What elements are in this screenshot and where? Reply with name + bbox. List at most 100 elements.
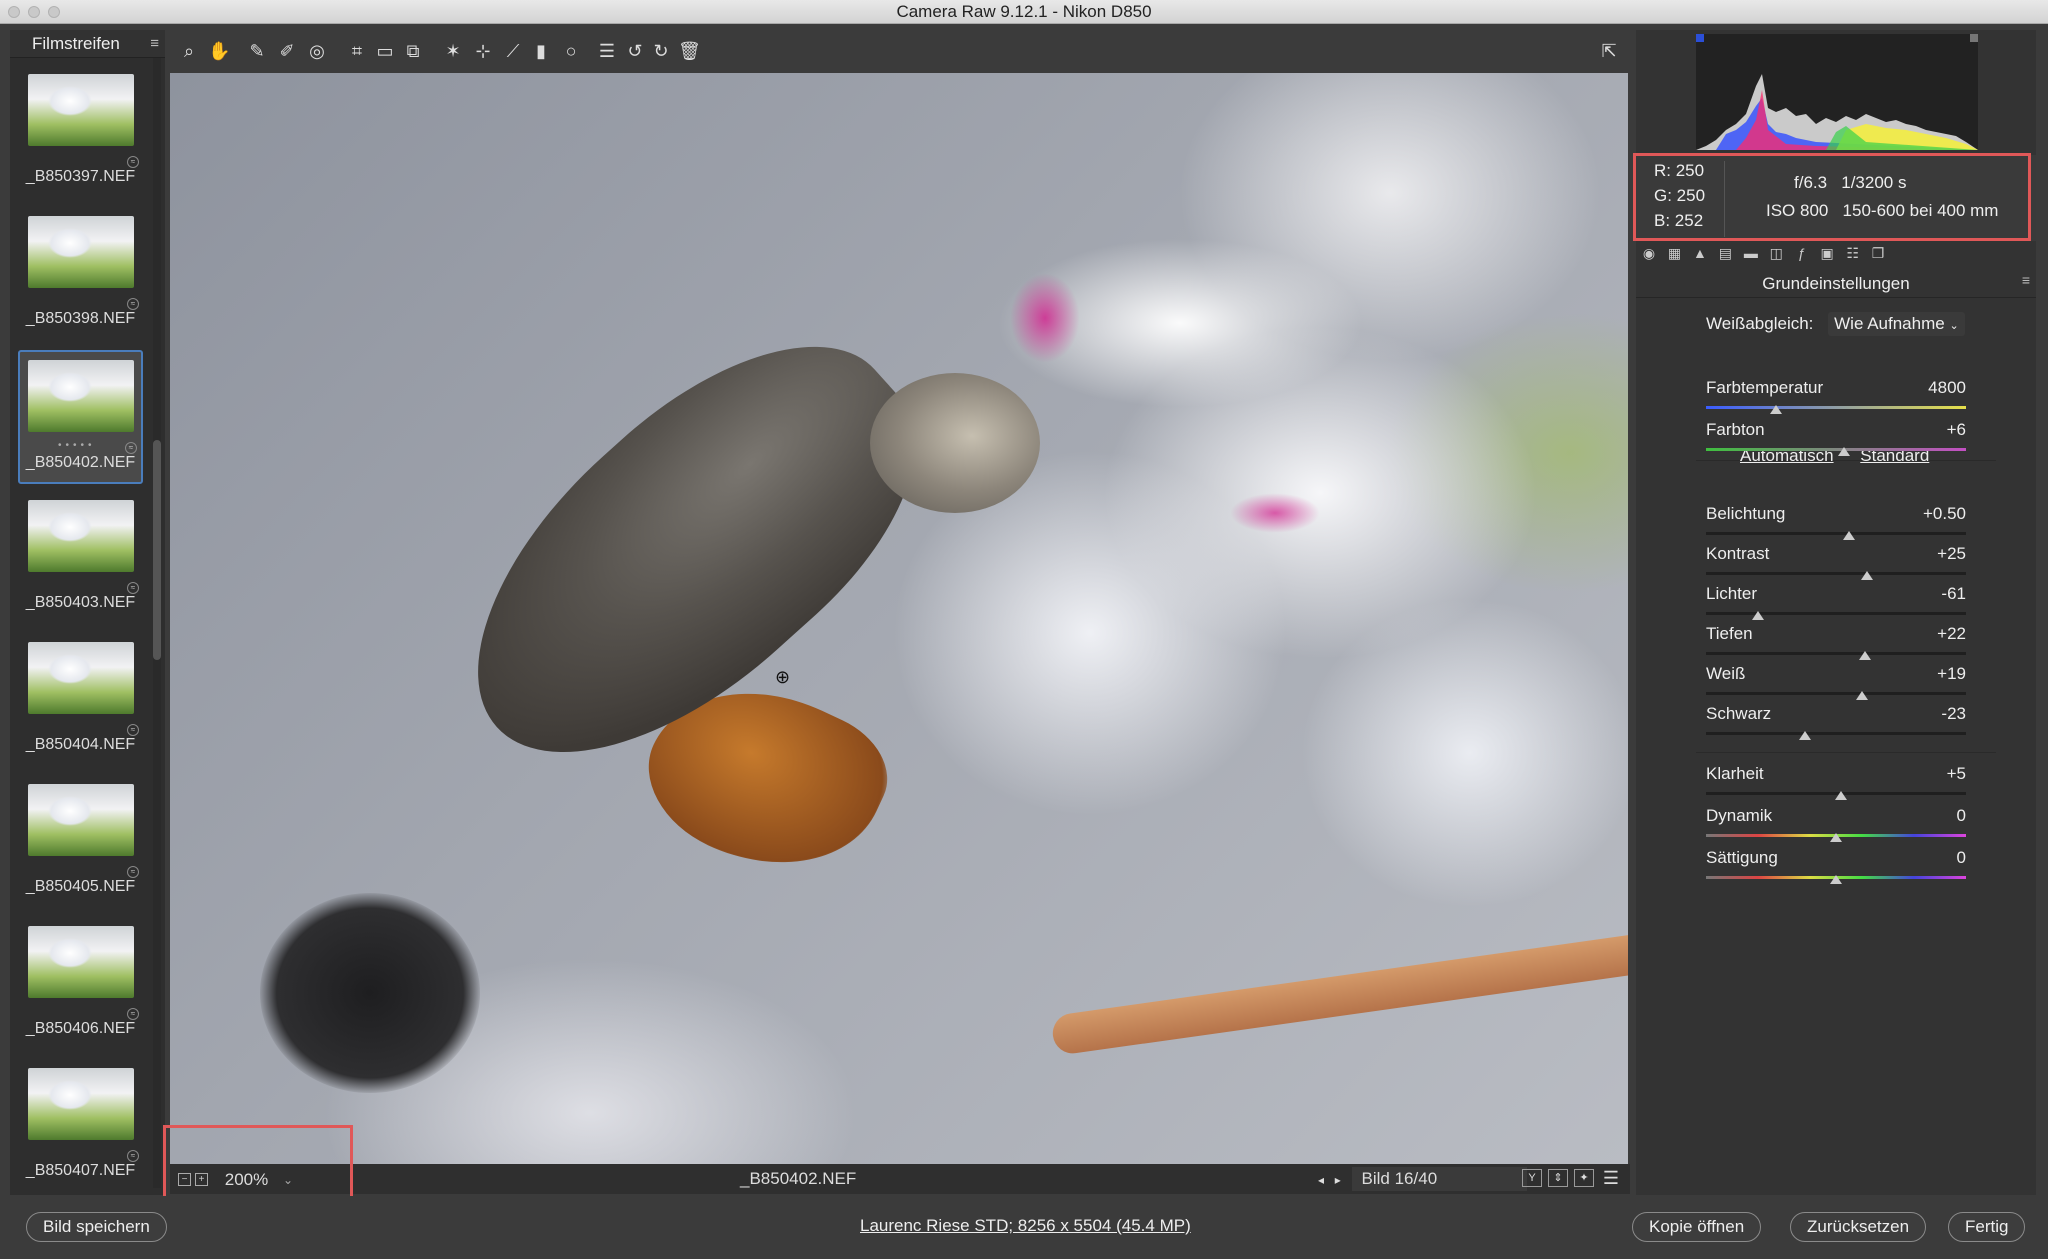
slider-track[interactable] — [1706, 448, 1966, 451]
swap-settings-button[interactable]: ⇕ — [1548, 1169, 1568, 1187]
reset-button[interactable]: Zurücksetzen — [1790, 1212, 1927, 1242]
slider-farbton[interactable]: Farbton +6 — [1706, 420, 1966, 460]
slider-track[interactable] — [1706, 532, 1966, 535]
tab-basic-icon[interactable]: ◉ — [1640, 244, 1658, 262]
tab-lens-icon[interactable]: ◫ — [1767, 244, 1785, 262]
straighten-icon[interactable]: ▭ — [374, 40, 396, 62]
graduated-filter-icon[interactable]: ▮ — [530, 40, 552, 62]
slider-track[interactable] — [1706, 572, 1966, 575]
slider-value[interactable]: +5 — [1914, 764, 1966, 784]
filmstrip-thumbnail[interactable]: ≈ _B850405.NEF — [18, 776, 143, 910]
slider-track[interactable] — [1706, 732, 1966, 735]
tab-split-toning-icon[interactable]: ▬ — [1742, 244, 1760, 262]
filmstrip-scroll-thumb[interactable] — [153, 440, 161, 660]
slider-track[interactable] — [1706, 612, 1966, 615]
slider-value[interactable]: 0 — [1914, 806, 1966, 826]
red-eye-icon[interactable]: ⊹ — [472, 40, 494, 62]
white-balance-select[interactable]: Wie Aufnahme ⌄ — [1828, 312, 1965, 336]
slider-handle[interactable] — [1835, 791, 1848, 800]
slider-value[interactable]: 0 — [1914, 848, 1966, 868]
hand-tool-icon[interactable]: ✋ — [208, 40, 230, 62]
thumbnail-image — [27, 360, 134, 432]
slider-handle[interactable] — [1830, 875, 1842, 884]
rotate-left-icon[interactable]: ↺ — [624, 40, 646, 62]
targeted-adjustment-icon[interactable]: ◎ — [306, 40, 328, 62]
slider-track[interactable] — [1706, 652, 1966, 655]
filmstrip-thumbnail[interactable]: ≈ _B850403.NEF — [18, 492, 143, 626]
slider-handle[interactable] — [1770, 405, 1783, 414]
color-sampler-icon[interactable]: ✐ — [276, 40, 298, 62]
rating-dots[interactable]: ••••• — [58, 440, 96, 451]
slider-handle[interactable] — [1861, 571, 1874, 580]
rotate-right-icon[interactable]: ↻ — [650, 40, 672, 62]
open-copy-button[interactable]: Kopie öffnen — [1632, 1212, 1762, 1242]
view-settings-icon[interactable]: ☰ — [1600, 1167, 1622, 1189]
thumbnail-filename: _B850397.NEF — [25, 168, 136, 185]
slider-value[interactable]: +25 — [1914, 544, 1966, 564]
radial-filter-icon[interactable]: ○ — [560, 40, 582, 62]
slider-handle[interactable] — [1858, 651, 1871, 660]
slider-klarheit[interactable]: Klarheit +5 — [1706, 764, 1966, 804]
slider-value[interactable]: +19 — [1914, 664, 1966, 684]
slider-schwarz[interactable]: Schwarz -23 — [1706, 704, 1966, 744]
slider-kontrast[interactable]: Kontrast +25 — [1706, 544, 1966, 584]
before-after-toggle[interactable]: Y — [1522, 1169, 1542, 1187]
close-window-button[interactable] — [8, 6, 20, 18]
workflow-options-link[interactable]: Laurenc Riese STD; 8256 x 5504 (45.4 MP) — [860, 1216, 1191, 1236]
tab-presets-icon[interactable]: ☷ — [1844, 244, 1862, 262]
tab-camera-calibration-icon[interactable]: ▣ — [1818, 244, 1836, 262]
slider-handle[interactable] — [1856, 691, 1868, 700]
transform-icon[interactable]: ⧉ — [402, 40, 424, 62]
next-image-button[interactable]: ▸ — [1335, 1173, 1341, 1187]
slider-sättigung[interactable]: Sättigung 0 — [1706, 848, 1966, 888]
slider-value[interactable]: +22 — [1914, 624, 1966, 644]
filmstrip-thumbnail[interactable]: ••••• ≈ _B850402.NEF — [18, 350, 143, 484]
slider-value[interactable]: +0.50 — [1914, 504, 1966, 524]
panel-menu-icon[interactable]: ≡ — [2022, 272, 2030, 288]
zoom-tool-icon[interactable]: ⌕ — [178, 40, 200, 62]
slider-value[interactable]: 4800 — [1914, 378, 1966, 398]
slider-handle[interactable] — [1798, 731, 1811, 740]
minimize-window-button[interactable] — [28, 6, 40, 18]
slider-handle[interactable] — [1752, 611, 1764, 620]
preferences-icon[interactable]: ☰ — [596, 40, 618, 62]
slider-weiß[interactable]: Weiß +19 — [1706, 664, 1966, 704]
previous-image-button[interactable]: ◂ — [1318, 1173, 1324, 1187]
slider-handle[interactable] — [1843, 531, 1855, 540]
tab-tone-curve-icon[interactable]: ▦ — [1665, 244, 1683, 262]
filmstrip-thumbnail[interactable]: ≈ _B850404.NEF — [18, 634, 143, 768]
slider-value[interactable]: +6 — [1914, 420, 1966, 440]
zoom-window-button[interactable] — [48, 6, 60, 18]
filmstrip-thumbnail[interactable]: ≈ _B850407.NEF — [18, 1060, 143, 1194]
adjustment-brush-icon[interactable]: ⟋ — [502, 40, 524, 62]
slider-handle[interactable] — [1837, 447, 1850, 456]
thumbnail-filename: _B850398.NEF — [25, 310, 136, 327]
tab-hsl-icon[interactable]: ▤ — [1716, 244, 1734, 262]
slider-farbtemperatur[interactable]: Farbtemperatur 4800 — [1706, 378, 1966, 418]
spot-removal-icon[interactable]: ✶ — [442, 40, 464, 62]
slider-lichter[interactable]: Lichter -61 — [1706, 584, 1966, 624]
filmstrip-menu-icon[interactable]: ≡ — [150, 30, 159, 58]
fullscreen-icon[interactable]: ⇱ — [1598, 40, 1620, 62]
filmstrip-thumbnail[interactable]: ≈ _B850398.NEF — [18, 208, 143, 342]
slider-dynamik[interactable]: Dynamik 0 — [1706, 806, 1966, 846]
tab-effects-icon[interactable]: ƒ — [1793, 244, 1811, 262]
slider-value[interactable]: -61 — [1914, 584, 1966, 604]
slider-belichtung[interactable]: Belichtung +0.50 — [1706, 504, 1966, 544]
slider-track[interactable] — [1706, 406, 1966, 409]
crop-icon[interactable]: ⌗ — [346, 40, 368, 62]
image-preview[interactable]: ⊕ — [170, 73, 1628, 1164]
filmstrip-thumbnail[interactable]: ≈ _B850406.NEF — [18, 918, 143, 1052]
slider-value[interactable]: -23 — [1914, 704, 1966, 724]
slider-tiefen[interactable]: Tiefen +22 — [1706, 624, 1966, 664]
white-balance-icon[interactable]: ✎ — [246, 40, 268, 62]
tab-detail-icon[interactable]: ▲ — [1691, 244, 1709, 262]
tab-snapshots-icon[interactable]: ❐ — [1869, 244, 1887, 262]
slider-track[interactable] — [1706, 692, 1966, 695]
save-image-button[interactable]: Bild speichern — [26, 1212, 167, 1242]
slider-handle[interactable] — [1830, 833, 1842, 842]
copy-settings-button[interactable]: ✦ — [1574, 1169, 1594, 1187]
filmstrip-thumbnail[interactable]: ≈ _B850397.NEF — [18, 66, 143, 200]
trash-icon[interactable]: 🗑 — [678, 40, 701, 62]
done-button[interactable]: Fertig — [1948, 1212, 2026, 1242]
